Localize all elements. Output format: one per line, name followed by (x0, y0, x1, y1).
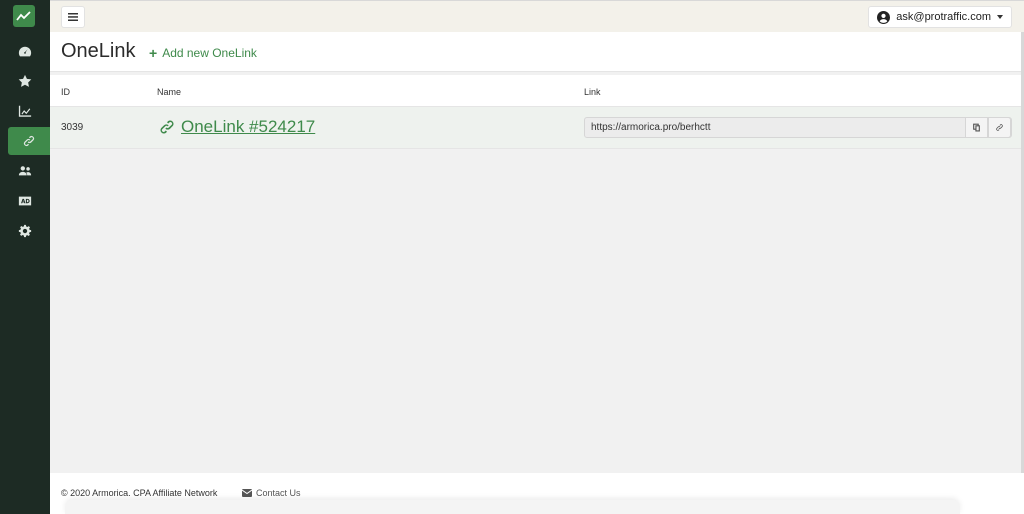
contact-us-link[interactable]: Contact Us (242, 488, 301, 498)
menu-toggle-button[interactable] (61, 6, 85, 28)
copyright-text: © 2020 Armorica. CPA Affiliate Network (61, 488, 218, 498)
user-menu-dropdown[interactable]: ask@protraffic.com (868, 6, 1012, 28)
star-icon (18, 74, 32, 87)
hamburger-icon (68, 13, 78, 21)
line-chart-icon (18, 105, 32, 117)
trend-chart-icon[interactable] (13, 5, 35, 27)
onelink-name: OneLink #524217 (181, 117, 316, 136)
column-header-id: ID (61, 87, 70, 97)
sidebar-item-favorites[interactable] (0, 67, 50, 95)
link-url-field[interactable]: https://armorica.pro/berhctt (584, 117, 1012, 138)
add-onelink-label: Add new OneLink (162, 46, 257, 60)
link-icon (160, 120, 174, 134)
gear-icon (18, 224, 32, 238)
sidebar-item-dashboard[interactable] (0, 38, 50, 66)
sidebar-item-statistics[interactable] (0, 97, 50, 125)
top-bar: ask@protraffic.com (50, 0, 1024, 32)
sidebar-item-users[interactable] (0, 157, 50, 185)
onelink-name-link[interactable]: OneLink #524217 (158, 117, 315, 137)
add-onelink-button[interactable]: + Add new OneLink (149, 46, 257, 60)
sidebar-item-settings[interactable] (0, 217, 50, 245)
sidebar-item-onelink[interactable] (8, 127, 50, 155)
contact-us-label: Contact Us (256, 488, 301, 498)
ad-icon (18, 196, 32, 206)
page-header: OneLink + Add new OneLink (50, 32, 1024, 72)
user-email: ask@protraffic.com (896, 11, 991, 23)
column-header-name: Name (157, 87, 182, 97)
copy-icon (973, 123, 980, 132)
sidebar (0, 0, 50, 514)
copy-link-button[interactable] (965, 117, 988, 138)
user-circle-icon (877, 10, 891, 24)
caret-down-icon (997, 15, 1003, 19)
bottom-panel-edge (65, 500, 960, 514)
link-icon (23, 135, 35, 147)
table-header: ID Name Link (50, 75, 1024, 107)
sidebar-item-ads[interactable] (0, 187, 50, 215)
onelink-table: ID Name Link 3039 OneLink #524217 https:… (50, 75, 1024, 149)
envelope-icon (242, 489, 252, 497)
row-id: 3039 (61, 122, 84, 133)
users-icon (18, 166, 32, 176)
open-link-button[interactable] (988, 117, 1011, 138)
link-icon (996, 124, 1003, 131)
plus-icon: + (149, 45, 158, 61)
dashboard-icon (18, 46, 32, 57)
table-row: 3039 OneLink #524217 https://armorica.pr… (50, 107, 1024, 149)
page-title: OneLink (61, 40, 136, 62)
column-header-link: Link (584, 87, 601, 97)
